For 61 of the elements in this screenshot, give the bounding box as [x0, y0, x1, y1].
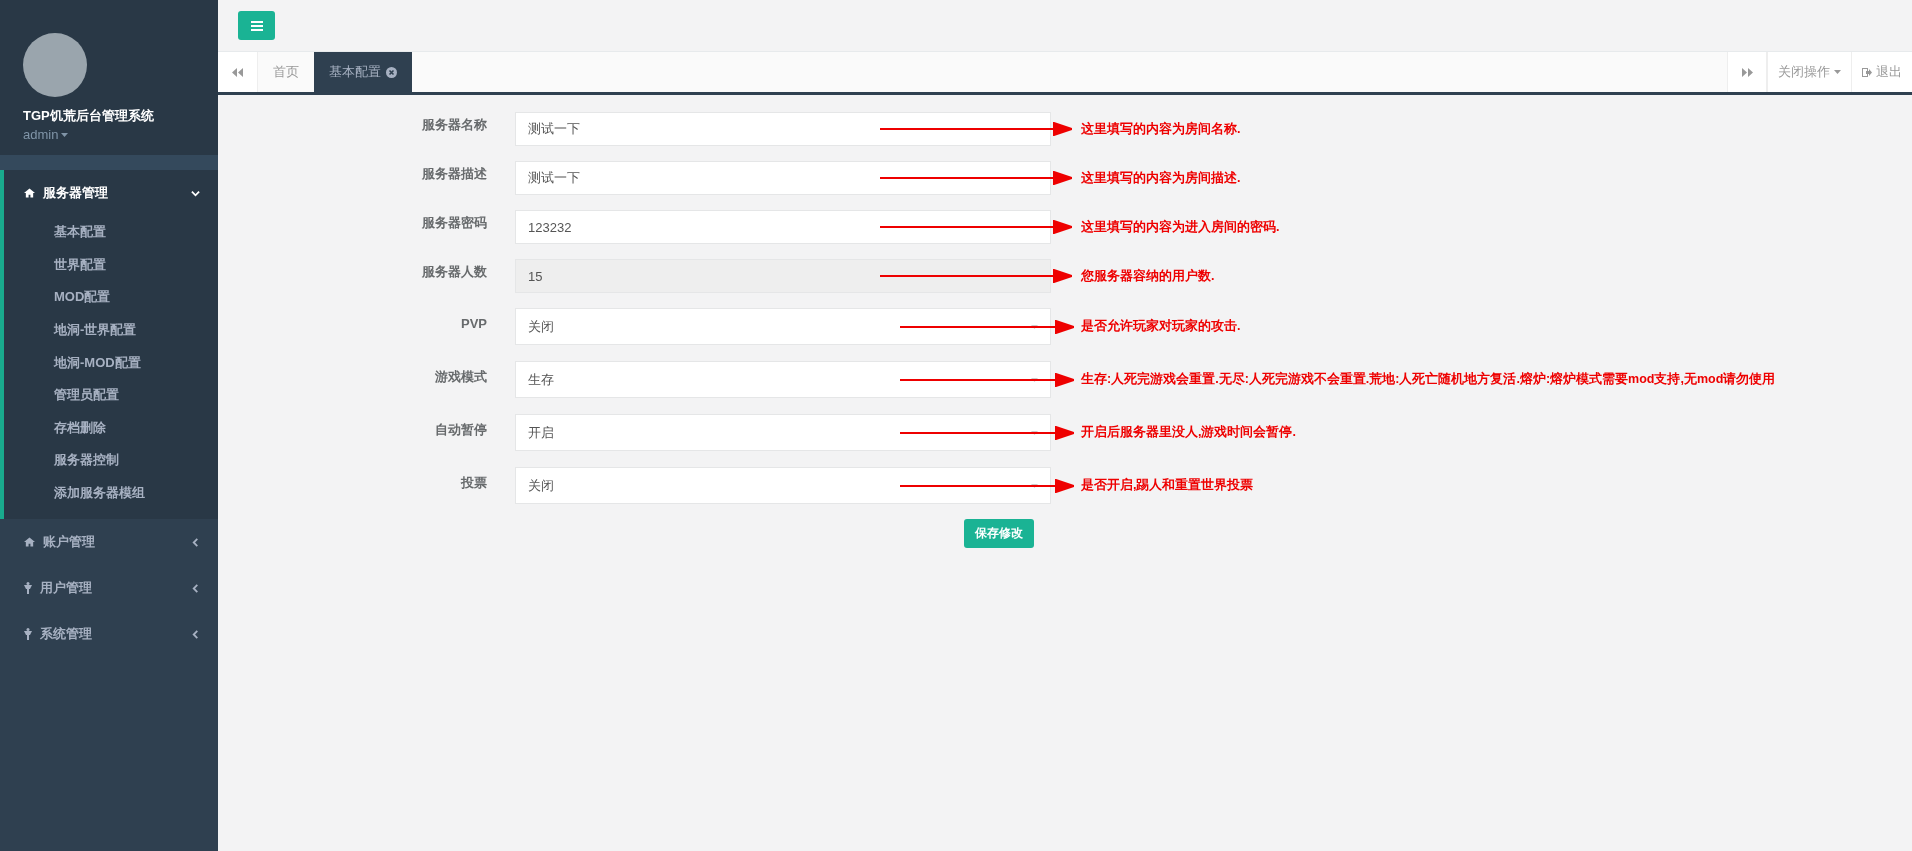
chevron-left-icon: [191, 629, 200, 639]
submenu-item[interactable]: 管理员配置: [4, 378, 218, 412]
submenu-item[interactable]: 地洞-MOD配置: [4, 346, 218, 379]
close-icon[interactable]: [386, 66, 397, 78]
annotation-note: 是否允许玩家对玩家的攻击.: [1081, 318, 1241, 335]
figure-icon: [24, 582, 32, 595]
scroll-right-button[interactable]: [1727, 52, 1767, 92]
annotation-note: 这里填写的内容为进入房间的密码.: [1081, 218, 1280, 236]
menu-header[interactable]: 服务器管理: [4, 170, 218, 216]
tab-label: 基本配置: [329, 63, 381, 81]
menu-button[interactable]: [238, 11, 275, 40]
menu-header[interactable]: 用户管理: [4, 565, 218, 612]
submenu-item[interactable]: 基本配置: [4, 216, 218, 249]
submenu-item[interactable]: 地洞-世界配置: [4, 313, 218, 347]
logout-button[interactable]: 退出: [1851, 52, 1912, 92]
annotation-note: 这里填写的内容为房间名称.: [1081, 120, 1241, 138]
input-field[interactable]: 123232: [515, 210, 1051, 244]
tab-label: 首页: [273, 63, 299, 81]
system-title: TGP饥荒后台管理系统: [23, 107, 154, 125]
tab[interactable]: 首页: [258, 52, 314, 92]
field-label: 投票: [459, 473, 487, 492]
select-field[interactable]: 关闭: [515, 467, 1051, 504]
figure-icon: [24, 628, 32, 641]
scroll-left-button[interactable]: [218, 52, 258, 92]
field-label: PVP: [460, 316, 487, 333]
home-icon: [24, 188, 35, 198]
select-field[interactable]: 生存: [515, 361, 1051, 398]
submenu-item[interactable]: 服务器控制: [4, 444, 218, 477]
annotation-note: 生存:人死完游戏会重置.无尽:人死完游戏不会重置.荒地:人死亡随机地方复活.熔炉:熔炉模式需要mod支持,无mod请勿使用: [1081, 371, 1776, 388]
field-label: 游戏模式: [434, 367, 487, 386]
home-icon: [24, 537, 35, 548]
menu-header[interactable]: 系统管理: [4, 611, 218, 658]
user-menu[interactable]: admin: [23, 127, 69, 142]
tab[interactable]: 基本配置: [314, 52, 412, 92]
annotation-note: 是否开启,踢人和重置世界投票: [1081, 477, 1254, 494]
submenu-item[interactable]: 存档删除: [4, 411, 218, 445]
field-label: 服务器名称: [421, 116, 487, 134]
chevron-left-icon: [191, 537, 200, 547]
submenu-item[interactable]: 世界配置: [4, 248, 218, 282]
submenu-item[interactable]: MOD配置: [4, 281, 218, 314]
input-field[interactable]: 测试一下: [515, 112, 1051, 146]
field-label: 自动暂停: [434, 420, 487, 439]
menu-icon: [250, 20, 263, 31]
annotation-note: 这里填写的内容为房间描述.: [1081, 169, 1241, 187]
field-label: 服务器人数: [421, 263, 487, 281]
double-left-icon: [232, 67, 243, 77]
select-field[interactable]: 开启: [515, 414, 1051, 451]
chevron-down-icon: [191, 188, 200, 198]
select-field[interactable]: 关闭: [515, 308, 1051, 345]
user-name[interactable]: admin: [23, 127, 59, 142]
field-label: 服务器描述: [421, 165, 487, 183]
chevron-left-icon: [191, 583, 200, 593]
annotation-note: 您服务器容纳的用户数.: [1081, 267, 1215, 285]
annotation-note: 开启后服务器里没人,游戏时间会暂停.: [1081, 424, 1296, 441]
close-actions-dropdown[interactable]: 关闭操作: [1767, 52, 1851, 92]
logout-icon: [1862, 67, 1872, 77]
double-right-icon: [1741, 67, 1753, 77]
input-field[interactable]: 测试一下: [515, 161, 1051, 195]
submenu-item[interactable]: 添加服务器模组: [4, 476, 218, 510]
menu-header[interactable]: 账户管理: [4, 519, 218, 566]
field-label: 服务器密码: [421, 214, 487, 232]
